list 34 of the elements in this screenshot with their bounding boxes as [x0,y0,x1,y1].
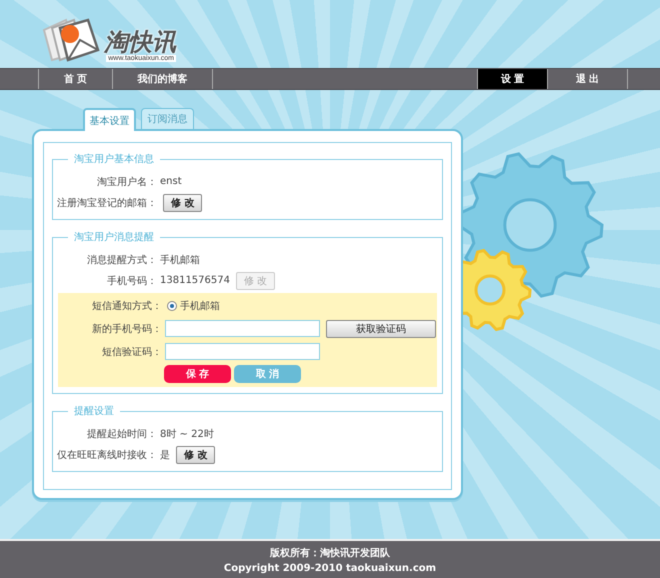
input-field[interactable] [165,320,320,337]
nav-link[interactable]: 设 置 [478,69,548,89]
radio-button[interactable] [167,300,177,310]
field-label: 仅在旺旺离线时接收： [56,448,157,462]
field-label: 消息提醒方式： [86,254,157,266]
section-title: 提醒设置 [68,405,120,418]
section-title: 淘宝用户消息提醒 [68,231,160,244]
field-value: enst [160,176,182,187]
radio-label: 手机邮箱 [180,300,220,312]
nav-link[interactable]: 首 页 [39,69,113,89]
nav-link[interactable]: 退 出 [548,69,628,89]
get-code-button[interactable]: 获取验证码 [326,320,436,338]
field-label: 短信验证码： [101,346,162,358]
field-label: 短信通知方式： [91,300,162,312]
field-value: 8时 ~ 22时 [160,428,214,440]
footer-text: Copyright 2009-2010 taokuaixun.com [224,562,436,574]
footer-text: 版权所有：淘快讯开发团队 [270,546,390,560]
logo-title: 淘快讯 [104,29,176,55]
field-value: 是 [160,448,170,462]
field-label: 淘宝用户名： [96,176,157,188]
section-title: 淘宝用户基本信息 [68,153,160,166]
field-label: 提醒起始时间： [86,428,157,440]
save-button[interactable]: 保 存 [164,365,231,383]
field-value: 手机邮箱 [160,254,200,266]
input-field[interactable] [165,343,320,360]
edit-button[interactable]: 修 改 [163,194,202,212]
envelope-logo-icon [40,16,102,62]
field-value: 13811576574 [160,275,230,286]
field-label: 新的手机号码： [91,322,162,336]
nav-link[interactable]: 我们的博客 [113,69,213,89]
tab[interactable]: 基本设置 [83,108,136,131]
field-label: 手机号码： [106,274,157,288]
field-label: 注册淘宝登记的邮箱： [56,196,157,210]
edit-button[interactable]: 修 改 [176,446,216,464]
